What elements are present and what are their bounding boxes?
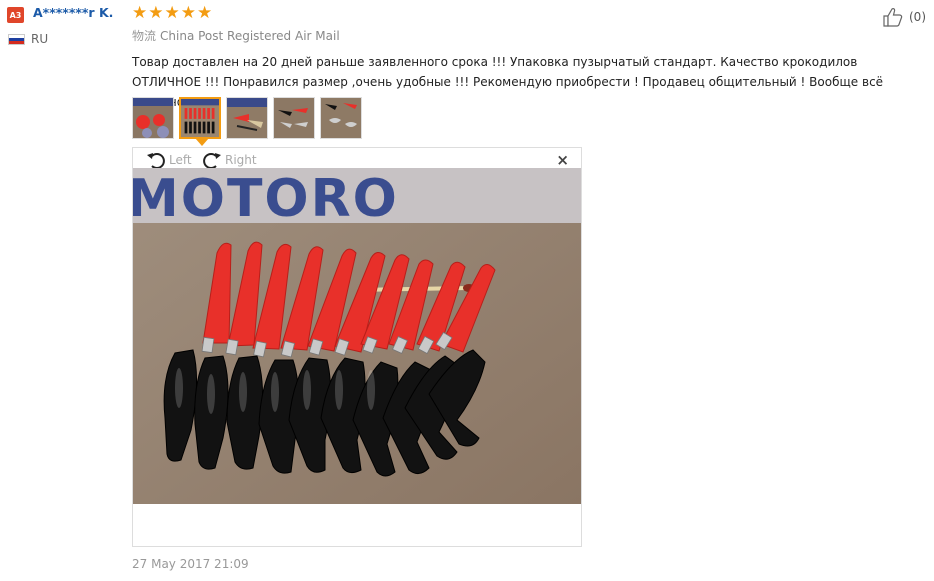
shipping-info: 物流 China Post Registered Air Mail [132, 27, 340, 44]
thumbs-up-icon [883, 8, 903, 27]
reviewer-level-badge: A3 [7, 7, 24, 23]
photo-thumbnail-active[interactable] [179, 97, 221, 139]
star-icon: ★ [132, 3, 148, 23]
review-date: 27 May 2017 21:09 [132, 557, 249, 571]
photo-thumbnail[interactable] [132, 97, 174, 139]
photo-viewer: Left Right × MOTORO [132, 147, 582, 547]
helpful-count: (0) [909, 10, 926, 24]
photo-thumbnail[interactable] [320, 97, 362, 139]
rotate-left-button[interactable]: Left [145, 150, 192, 170]
star-icon: ★ [148, 3, 164, 23]
star-icon: ★ [180, 3, 196, 23]
active-thumbnail-pointer [195, 138, 209, 146]
rotate-right-label: Right [225, 153, 257, 167]
star-icon: ★ [164, 3, 180, 23]
rotate-right-icon [203, 153, 221, 169]
russia-flag-icon [8, 33, 25, 45]
close-viewer-button[interactable]: × [556, 151, 569, 169]
photo-banner-text: MOTORO [133, 169, 399, 229]
country-code: RU [31, 32, 49, 46]
photo-thumbnails [132, 97, 362, 139]
photo-thumbnail[interactable] [273, 97, 315, 139]
rotate-right-button[interactable]: Right [201, 150, 257, 170]
photo-thumbnail[interactable] [226, 97, 268, 139]
reviewer-name[interactable]: A*******r K. [33, 5, 113, 20]
reviewer-country: RU [8, 32, 48, 46]
review-photo: MOTORO [133, 168, 581, 504]
rotate-left-icon [147, 153, 165, 169]
rotate-left-label: Left [169, 153, 192, 167]
helpful-button[interactable]: (0) [882, 7, 926, 27]
shipping-method: China Post Registered Air Mail [160, 29, 340, 43]
star-rating: ★ ★ ★ ★ ★ [132, 5, 212, 22]
star-icon: ★ [197, 3, 213, 23]
shipping-label: 物流 [132, 29, 157, 43]
